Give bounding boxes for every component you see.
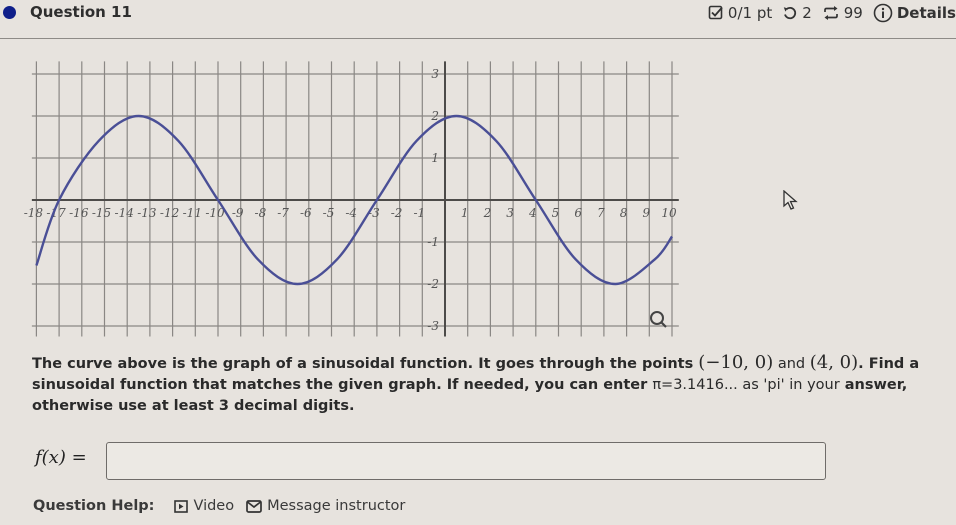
- x-tick-label: -14: [115, 206, 134, 220]
- prompt-pi-text: π=3.1416... as 'pi' in your: [652, 377, 840, 393]
- undo-icon: [784, 6, 797, 20]
- x-tick-label: 5: [552, 206, 560, 220]
- prompt-text-1: The curve above is the graph of a sinuso…: [32, 356, 699, 372]
- prompt-and: and: [773, 356, 810, 372]
- x-tick-label: -1: [413, 206, 425, 220]
- y-tick-label: 3: [431, 67, 439, 81]
- y-tick-label: -3: [427, 319, 439, 333]
- point-2: (4, 0): [809, 352, 859, 373]
- x-tick-label: -6: [300, 206, 312, 220]
- retries-indicator: 2: [782, 4, 812, 22]
- question-status-dot-icon: [3, 6, 16, 19]
- magnifier-icon[interactable]: [650, 311, 667, 328]
- x-tick-label: -15: [92, 206, 111, 220]
- x-tick-label: -8: [255, 206, 267, 220]
- x-tick-label: 4: [528, 206, 537, 220]
- attempts-indicator: 99: [822, 4, 863, 22]
- x-tick-label: 9: [642, 206, 650, 220]
- x-tick-label: -13: [137, 206, 157, 220]
- x-tick-label: -2: [391, 206, 403, 220]
- x-tick-label: -7: [277, 206, 289, 220]
- details-button[interactable]: Details: [873, 3, 956, 23]
- y-tick-label: -1: [427, 235, 439, 249]
- repeat-icon: [823, 6, 838, 20]
- answer-input[interactable]: [106, 442, 826, 480]
- retries-count: 2: [802, 4, 812, 22]
- message-instructor-label: Message instructor: [267, 498, 406, 514]
- x-tick-label: -12: [160, 206, 179, 220]
- checkbox-icon: [708, 5, 723, 20]
- x-tick-label: -11: [183, 206, 202, 220]
- info-icon: [873, 3, 893, 23]
- y-tick-label: 1: [431, 151, 439, 165]
- answer-label: f(x) =: [35, 447, 87, 468]
- x-tick-label: -4: [345, 206, 357, 220]
- question-help-label: Question Help:: [33, 498, 155, 514]
- envelope-icon: [246, 499, 262, 513]
- x-tick-label: 2: [483, 206, 492, 220]
- question-prompt: The curve above is the graph of a sinuso…: [32, 352, 932, 417]
- x-tick-label: -9: [232, 206, 244, 220]
- y-tick-label: 2: [430, 109, 439, 123]
- score-indicator: 0/1 pt: [708, 4, 772, 22]
- question-header: Question 11 0/1 pt 2 99 Details: [0, 0, 956, 36]
- x-tick-label: 6: [574, 206, 582, 220]
- point-1: (−10, 0): [698, 352, 774, 373]
- score-text: 0/1 pt: [727, 4, 773, 22]
- attempts-count: 99: [843, 4, 863, 22]
- message-instructor-link[interactable]: Message instructor: [246, 498, 405, 514]
- x-tick-label: 1: [461, 206, 469, 220]
- x-tick-label: -18: [24, 206, 44, 220]
- x-tick-label: 10: [661, 206, 677, 220]
- question-meta: 0/1 pt 2 99 Details: [708, 3, 956, 23]
- header-divider: [0, 38, 956, 39]
- mouse-pointer-icon: [783, 190, 798, 210]
- question-title: Question 11: [30, 3, 132, 21]
- details-label: Details: [896, 4, 956, 22]
- video-link[interactable]: Video: [174, 498, 234, 514]
- x-tick-label: -16: [69, 206, 89, 220]
- question-help: Question Help: Video Message instructor: [33, 498, 417, 514]
- y-tick-label: -2: [427, 277, 439, 291]
- x-tick-label: -5: [323, 206, 335, 220]
- x-tick-label: 8: [620, 206, 628, 220]
- sinusoid-graph: -18 -17 -16 -15 -14 -13 -12 -11 -10 -9 -8 -7 -6 -5 -4-…: [24, 61, 679, 337]
- x-tick-label: 7: [597, 206, 605, 220]
- x-tick-label: 3: [506, 206, 514, 220]
- graph-grid: [31, 61, 679, 337]
- video-icon: [174, 499, 189, 513]
- video-label: Video: [193, 498, 235, 514]
